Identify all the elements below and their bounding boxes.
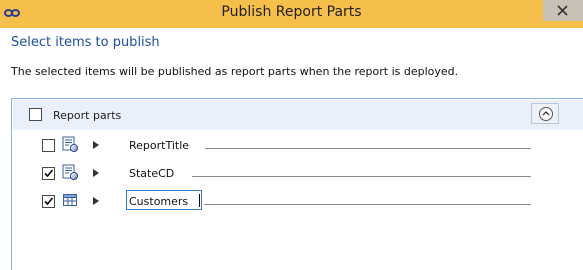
page-heading: Select items to publish xyxy=(11,35,160,50)
group-select-all-checkbox[interactable] xyxy=(29,108,42,121)
description-text: The selected items will be published as … xyxy=(11,65,459,78)
separator-line xyxy=(205,148,531,149)
list-item: Customers xyxy=(12,188,583,216)
svg-text:@: @ xyxy=(72,174,77,180)
item-name-input[interactable]: Customers xyxy=(126,190,202,210)
svg-text:@: @ xyxy=(72,146,77,152)
textbox-icon: @ xyxy=(62,164,78,180)
separator-line xyxy=(192,176,531,177)
separator-line xyxy=(204,204,531,205)
checkmark-icon xyxy=(44,197,54,206)
list-item: @ ReportTitle xyxy=(12,132,583,160)
table-icon xyxy=(63,194,77,206)
item-name: StateCD xyxy=(129,167,175,180)
textbox-icon: @ xyxy=(62,136,78,152)
item-checkbox[interactable] xyxy=(42,139,55,152)
close-icon xyxy=(557,5,568,16)
expand-arrow-icon[interactable] xyxy=(93,141,99,149)
expand-arrow-icon[interactable] xyxy=(93,169,99,177)
window-title: Publish Report Parts xyxy=(221,4,362,20)
list-item: @ StateCD xyxy=(12,160,583,188)
item-name: Customers xyxy=(129,195,189,208)
collapse-button[interactable] xyxy=(531,103,559,124)
group-label: Report parts xyxy=(53,109,122,122)
item-checkbox[interactable] xyxy=(42,195,55,208)
item-checkbox[interactable] xyxy=(42,167,55,180)
item-name: ReportTitle xyxy=(129,139,190,152)
expand-arrow-icon[interactable] xyxy=(93,197,99,205)
group-header: Report parts xyxy=(13,100,583,130)
checkmark-icon xyxy=(44,169,54,178)
chevron-up-icon xyxy=(539,107,553,121)
report-parts-panel: Report parts @ ReportTitle @ StateCD Cus… xyxy=(11,98,583,270)
close-button[interactable] xyxy=(543,0,583,21)
text-cursor xyxy=(199,194,200,207)
title-bar: Publish Report Parts xyxy=(0,0,583,28)
